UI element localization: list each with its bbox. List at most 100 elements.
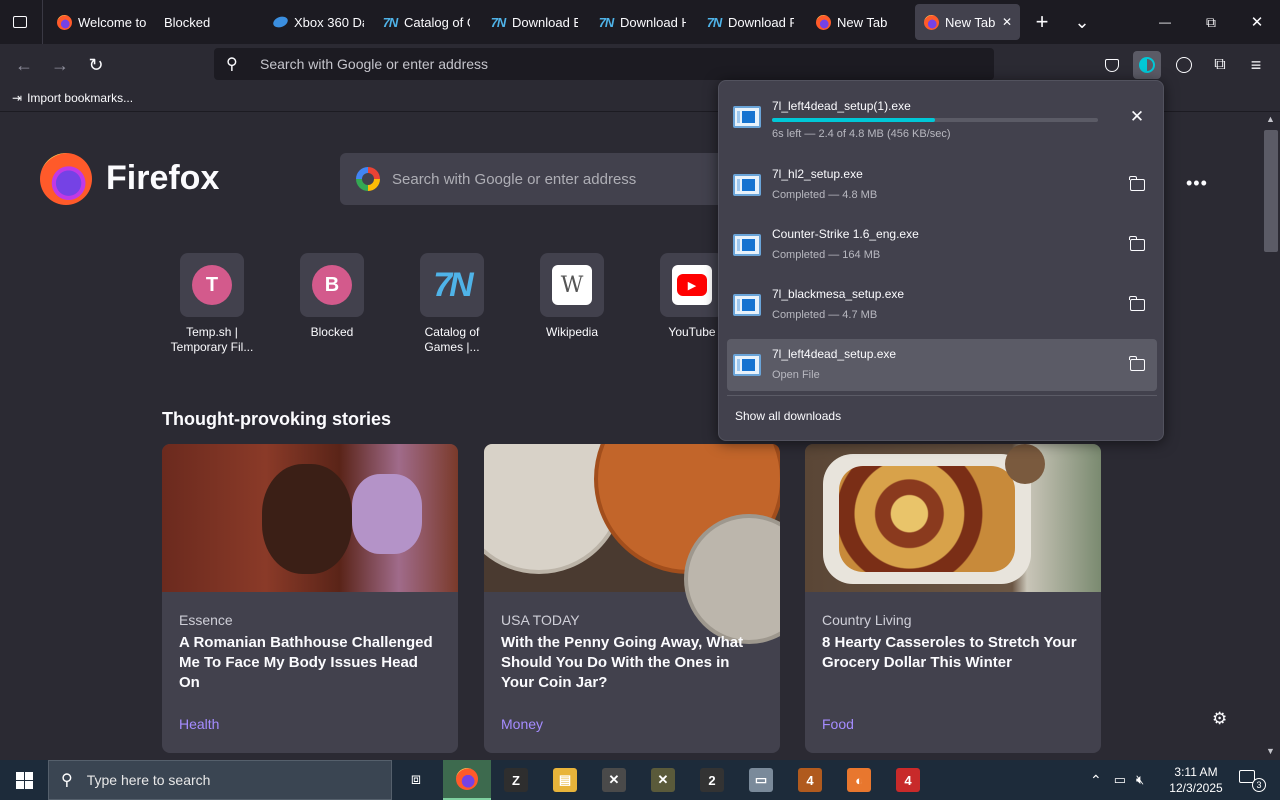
download-item[interactable]: 7l_hl2_setup.exe Completed — 4.8 MB [727, 159, 1157, 211]
firefox-view-button[interactable] [6, 8, 34, 36]
chevron-up-icon[interactable]: ⌃ [1090, 772, 1102, 789]
tab-new-tab-active[interactable]: New Tab ✕ [915, 4, 1020, 40]
volume-muted-icon[interactable]: 🔇︎ [1136, 772, 1144, 788]
back-arrow-icon: ← [15, 54, 33, 75]
top-site-tempsh[interactable]: T Temp.sh | Temporary Fil... [162, 253, 262, 355]
firefox-logo-icon [40, 153, 92, 205]
tab-catalog[interactable]: 7N Catalog of G [382, 4, 470, 40]
downloads-panel: 7l_left4dead_setup(1).exe 6s left — 2.4 … [718, 80, 1164, 441]
extensions-button[interactable]: ⧉ [1206, 51, 1234, 79]
scroll-down-icon[interactable]: ▼ [1266, 746, 1275, 756]
close-button[interactable]: ✕ [1234, 0, 1280, 44]
tab-welcome[interactable]: Welcome to [56, 4, 148, 40]
windows-logo-icon [15, 771, 33, 789]
top-site-label: Blocked [310, 325, 354, 339]
gear-icon[interactable]: ⚙ [1212, 709, 1227, 729]
tab-close-icon[interactable]: ✕ [1002, 15, 1012, 29]
taskbar-app[interactable]: ✕ [590, 760, 638, 800]
tab-list-button[interactable]: ⌄ [1062, 0, 1102, 44]
network-icon[interactable]: ▭ [1114, 772, 1126, 788]
app-menu-button[interactable]: ≡ [1242, 51, 1270, 79]
download-status: Completed — 4.8 MB [772, 189, 878, 201]
7n-icon: 7N [598, 14, 615, 30]
taskbar-search-input[interactable]: ⚲ Type here to search [48, 760, 392, 800]
tab-xbox[interactable]: Xbox 360 Da [272, 4, 364, 40]
taskbar-app[interactable]: ▭ [737, 760, 785, 800]
url-bar[interactable]: ⚲ Search with Google or enter address [214, 48, 994, 80]
back-button[interactable]: ← [10, 51, 38, 79]
start-button[interactable] [0, 760, 48, 800]
story-category: Health [179, 716, 220, 732]
firefox-icon [923, 14, 939, 30]
taskbar-search-placeholder: Type here to search [86, 772, 211, 788]
taskbar-app[interactable]: Z [492, 760, 540, 800]
top-site-wikipedia[interactable]: W Wikipedia [522, 253, 622, 340]
google-icon [356, 167, 380, 191]
account-icon [1176, 57, 1192, 73]
story-card[interactable]: USA TODAY With the Penny Going Away, Wha… [484, 444, 780, 753]
exe-file-icon [733, 234, 761, 256]
taskbar-app[interactable]: 2 [688, 760, 736, 800]
show-all-downloads-link[interactable]: Show all downloads [735, 409, 841, 423]
top-site-catalog[interactable]: 7N Catalog of Games |... [402, 253, 502, 355]
taskbar-app[interactable]: ◐ [835, 760, 883, 800]
tab-blocked[interactable]: Blocked [164, 4, 256, 40]
folder-icon [1128, 356, 1145, 371]
story-image [162, 444, 458, 592]
7zip-icon: Z [504, 768, 528, 792]
download-filename: 7l_hl2_setup.exe [772, 167, 863, 181]
import-bookmarks-button[interactable]: ⇥ Import bookmarks... [12, 91, 133, 105]
download-filename: 7l_left4dead_setup.exe [772, 347, 897, 361]
downloads-button[interactable] [1133, 51, 1161, 79]
taskbar-app[interactable]: 4 [786, 760, 834, 800]
tab-new-tab[interactable]: New Tab [815, 4, 905, 40]
top-site-blocked[interactable]: B Blocked [282, 253, 382, 340]
reload-button[interactable]: ↻ [82, 51, 110, 79]
new-tab-search-placeholder: Search with Google or enter address [392, 170, 637, 188]
story-category: Food [822, 716, 854, 732]
story-card[interactable]: Country Living 8 Hearty Casseroles to St… [805, 444, 1101, 753]
taskbar-app[interactable]: 4 [884, 760, 932, 800]
tab-download-h[interactable]: 7N Download H [598, 4, 686, 40]
download-filename: Counter-Strike 1.6_eng.exe [772, 227, 919, 241]
account-button[interactable] [1170, 51, 1198, 79]
new-tab-search-input[interactable]: Search with Google or enter address [340, 153, 760, 205]
tab-download-p[interactable]: 7N Download P [706, 4, 794, 40]
taskbar-firefox[interactable] [443, 760, 491, 800]
tab-label: Xbox 360 Da [294, 14, 364, 30]
scrollbar-thumb[interactable] [1264, 130, 1278, 252]
exe-file-icon [733, 294, 761, 316]
story-headline: A Romanian Bathhouse Challenged Me To Fa… [179, 634, 433, 691]
scroll-up-icon[interactable]: ▲ [1266, 114, 1275, 124]
folder-icon [1128, 296, 1145, 311]
tab-download-b[interactable]: 7N Download B [490, 4, 578, 40]
forward-button[interactable]: → [46, 51, 74, 79]
minimize-button[interactable]: — [1142, 0, 1188, 44]
firefox-icon [56, 14, 72, 30]
download-item[interactable]: 7l_left4dead_setup(1).exe 6s left — 2.4 … [727, 91, 1157, 143]
cancel-download-button[interactable]: ✕ [1125, 105, 1149, 129]
download-item[interactable]: Counter-Strike 1.6_eng.exe Completed — 1… [727, 219, 1157, 271]
top-site-label: Wikipedia [545, 325, 599, 339]
task-view-button[interactable]: ⧈ [392, 760, 440, 800]
show-in-folder-button[interactable] [1125, 353, 1149, 377]
show-in-folder-button[interactable] [1125, 293, 1149, 317]
taskbar-clock[interactable]: 3:11 AM 12/3/2025 [1166, 764, 1226, 796]
top-site-label: Catalog of Games |... [424, 325, 480, 354]
download-item[interactable]: 7l_blackmesa_setup.exe Completed — 4.7 M… [727, 279, 1157, 331]
l4d2-icon: 4 [896, 768, 920, 792]
new-tab-button[interactable]: + [1022, 0, 1062, 44]
pocket-button[interactable] [1098, 51, 1126, 79]
top-site-label: Temp.sh | Temporary Fil... [170, 325, 254, 354]
story-card[interactable]: Essence A Romanian Bathhouse Challenged … [162, 444, 458, 753]
download-item[interactable]: 7l_left4dead_setup.exe Open File [727, 339, 1157, 391]
taskbar-app[interactable]: ▤ [541, 760, 589, 800]
close-icon: ✕ [1129, 107, 1145, 126]
maximize-button[interactable]: ⧉ [1188, 0, 1234, 44]
show-in-folder-button[interactable] [1125, 233, 1149, 257]
notification-button[interactable]: 3 [1236, 768, 1266, 792]
top-site-tile: B [300, 253, 364, 317]
show-in-folder-button[interactable] [1125, 173, 1149, 197]
more-options-icon[interactable]: ••• [1186, 173, 1208, 194]
taskbar-app[interactable]: ✕ [639, 760, 687, 800]
